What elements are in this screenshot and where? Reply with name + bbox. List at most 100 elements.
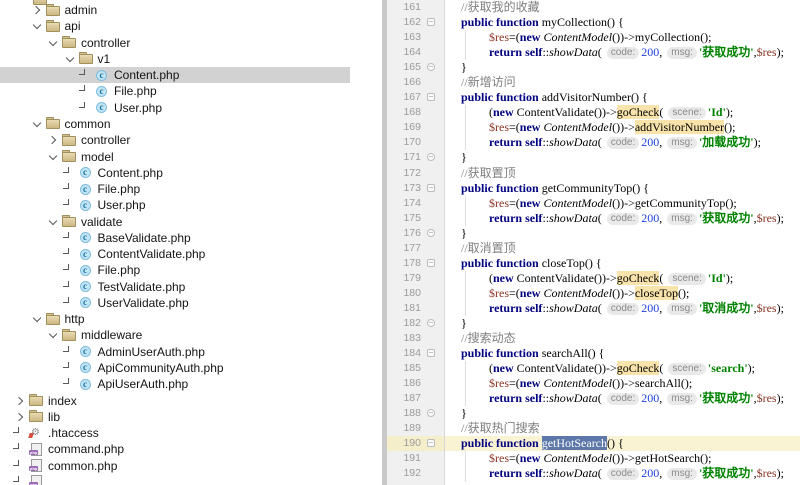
code-line-167[interactable]: 167− public function addVisitorNumber() { [387, 90, 800, 106]
gutter[interactable]: 178− [387, 255, 445, 271]
code-text[interactable]: public function closeTop() { [445, 256, 800, 271]
code-line-178[interactable]: 178− public function closeTop() { [387, 255, 800, 271]
fold-start-icon[interactable]: − [427, 93, 435, 102]
code-line-183[interactable]: 183 //搜索动态 [387, 331, 800, 347]
code-text[interactable]: return self::showData( code: 200, msg: '获取… [445, 210, 800, 226]
gutter[interactable]: 188− [387, 406, 445, 422]
code-text[interactable]: $res=(new ContentModel())->searchAll(); [445, 376, 800, 392]
code-line-192[interactable]: 192 return self::showData( code: 200, msg:… [387, 466, 800, 482]
tree-item-partial[interactable] [0, 474, 387, 485]
code-text[interactable]: $res=(new ContentModel())->addVisitorNum… [445, 120, 800, 136]
code-text[interactable]: (new ContentValidate())->goCheck( scene:… [445, 270, 800, 286]
tree-item-testvalidate-php[interactable]: TestValidate.php [0, 279, 387, 295]
code-text[interactable]: } [445, 406, 800, 421]
code-line-161[interactable]: 161 //获取我的收藏 [387, 0, 800, 16]
gutter[interactable]: 179 [387, 270, 445, 286]
code-text[interactable]: public function addVisitorNumber() { [445, 90, 800, 105]
line-number[interactable]: 163 [387, 30, 421, 45]
line-number[interactable]: 178 [387, 256, 421, 271]
code-text[interactable]: //新增访问 [445, 75, 800, 90]
fold-start-icon[interactable]: − [427, 258, 435, 267]
gutter[interactable]: 190− [387, 436, 445, 452]
code-line-170[interactable]: 170 return self::showData( code: 200, msg:… [387, 135, 800, 151]
line-number[interactable]: 193 [387, 482, 421, 485]
chevron-down-icon[interactable] [46, 151, 62, 163]
gutter[interactable]: 187 [387, 391, 445, 407]
tree-item-apicommunityauth-php[interactable]: ApiCommunityAuth.php [0, 360, 387, 376]
code-text[interactable]: return self::showData( code: 200, msg: '获取… [445, 45, 800, 61]
gutter[interactable]: 163 [387, 30, 445, 46]
gutter[interactable]: 180 [387, 285, 445, 301]
code-line-177[interactable]: 177 //取消置顶 [387, 240, 800, 256]
gutter[interactable]: 176− [387, 225, 445, 241]
tree-item-http[interactable]: http [0, 311, 387, 327]
code-line-185[interactable]: 185 (new ContentValidate())->goCheck( sce… [387, 361, 800, 377]
gutter[interactable]: 164 [387, 45, 445, 61]
tree-item-middleware[interactable]: middleware [0, 327, 387, 343]
code-line-162[interactable]: 162− public function myCollection() { [387, 15, 800, 31]
fold-end-icon[interactable]: − [427, 318, 435, 327]
tree-item-lib[interactable]: lib [0, 409, 387, 425]
tree-item-apiuserauth-php[interactable]: ApiUserAuth.php [0, 376, 387, 392]
code-text[interactable]: } [445, 60, 800, 75]
chevron-right-icon[interactable] [13, 395, 29, 407]
code-line-166[interactable]: 166 //新增访问 [387, 75, 800, 91]
code-text[interactable]: return self::showData( code: 200, msg: '获取… [445, 391, 800, 407]
code-text[interactable]: } [445, 316, 800, 331]
gutter[interactable]: 185 [387, 361, 445, 377]
line-number[interactable]: 162 [387, 15, 421, 30]
code-text[interactable]: public function getHotSearch() { [445, 436, 800, 451]
chevron-right-icon[interactable] [30, 4, 46, 16]
code-line-180[interactable]: 180 $res=(new ContentModel())->closeTop()… [387, 285, 800, 301]
tree-item-v1[interactable]: v1 [0, 51, 387, 67]
code-line-172[interactable]: 172 //获取置顶 [387, 165, 800, 181]
line-number[interactable]: 188 [387, 406, 421, 421]
line-number[interactable]: 185 [387, 361, 421, 376]
line-number[interactable]: 192 [387, 466, 421, 481]
gutter[interactable]: 165− [387, 60, 445, 76]
fold-start-icon[interactable]: − [427, 439, 435, 448]
line-number[interactable]: 174 [387, 196, 421, 211]
gutter[interactable]: 168 [387, 105, 445, 121]
line-number[interactable]: 187 [387, 391, 421, 406]
line-number[interactable]: 181 [387, 301, 421, 316]
code-line-173[interactable]: 173− public function getCommunityTop() { [387, 180, 800, 196]
code-text[interactable]: $res=(new ContentModel())->getHotSearch(… [445, 451, 800, 467]
gutter[interactable]: 172 [387, 165, 445, 181]
chevron-down-icon[interactable] [30, 20, 46, 32]
tree-item-common[interactable]: common [0, 116, 387, 132]
code-text[interactable]: (new ContentValidate())->goCheck( scene:… [445, 105, 800, 121]
chevron-down-icon[interactable] [63, 53, 79, 65]
fold-start-icon[interactable]: − [427, 349, 435, 358]
code-text[interactable]: return self::showData( code: 200, msg: '加载… [445, 135, 800, 151]
tree-item-uservalidate-php[interactable]: UserValidate.php [0, 295, 387, 311]
line-number[interactable]: 176 [387, 226, 421, 241]
fold-end-icon[interactable]: − [427, 63, 435, 72]
chevron-down-icon[interactable] [46, 37, 62, 49]
line-number[interactable]: 165 [387, 60, 421, 75]
fold-end-icon[interactable]: − [427, 153, 435, 162]
chevron-down-icon[interactable] [46, 216, 62, 228]
code-line-179[interactable]: 179 (new ContentValidate())->goCheck( sce… [387, 270, 800, 286]
gutter[interactable]: 166 [387, 75, 445, 91]
line-number[interactable]: 173 [387, 181, 421, 196]
tree-item-user-php[interactable]: User.php [0, 100, 387, 116]
line-number[interactable]: 171 [387, 150, 421, 165]
code-text[interactable]: //搜索动态 [445, 331, 800, 346]
code-line-190[interactable]: 190− public function getHotSearch() { [387, 436, 800, 452]
gutter[interactable]: 193− [387, 481, 445, 485]
gutter[interactable]: 189 [387, 421, 445, 437]
chevron-right-icon[interactable] [46, 134, 62, 146]
tree-item-user-php[interactable]: User.php [0, 197, 387, 213]
code-text[interactable]: $res=(new ContentModel())->getCommunityT… [445, 195, 800, 211]
code-line-164[interactable]: 164 return self::showData( code: 200, msg:… [387, 45, 800, 61]
line-number[interactable]: 161 [387, 0, 421, 15]
gutter[interactable]: 192 [387, 466, 445, 482]
line-number[interactable]: 172 [387, 166, 421, 181]
gutter[interactable]: 161 [387, 0, 445, 16]
gutter[interactable]: 170 [387, 135, 445, 151]
gutter[interactable]: 177 [387, 240, 445, 256]
code-line-182[interactable]: 182−} [387, 315, 800, 332]
code-line-186[interactable]: 186 $res=(new ContentModel())->searchAll(… [387, 376, 800, 392]
code-text[interactable]: (new ContentValidate())->goCheck( scene:… [445, 361, 800, 377]
